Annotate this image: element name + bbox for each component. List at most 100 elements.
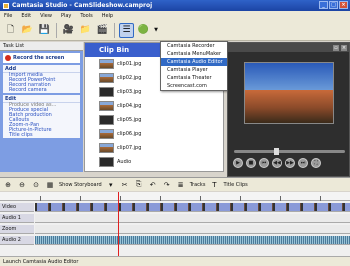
- tracks-icon: ≣: [177, 180, 184, 189]
- clip-thumbnail: [99, 157, 114, 167]
- clip-thumbnail: [99, 87, 114, 97]
- seek-handle[interactable]: [274, 148, 279, 155]
- title-clips-button[interactable]: Title Clips: [223, 182, 247, 188]
- audio1-track[interactable]: [35, 214, 350, 223]
- window-controls: _ □ ×: [319, 1, 348, 9]
- task-item-title-clips[interactable]: Title clips: [3, 133, 80, 138]
- dropdown-item-screencast[interactable]: Screencast.com: [161, 82, 227, 90]
- menu-view[interactable]: View: [40, 13, 52, 19]
- menu-edit[interactable]: Edit: [21, 13, 31, 19]
- fullscreen-icon[interactable]: ⛶: [311, 158, 321, 168]
- menu-play[interactable]: Play: [61, 13, 71, 19]
- clip-label: clip05.jpg: [117, 117, 142, 123]
- show-storyboard-button[interactable]: Show Storyboard: [59, 182, 102, 188]
- maximize-button[interactable]: □: [329, 1, 338, 9]
- import-media-icon[interactable]: 📁: [78, 23, 93, 38]
- timeline-ruler[interactable]: [0, 192, 350, 201]
- dropdown-item-menumaker[interactable]: Camtasia MenuMaker: [161, 50, 227, 58]
- preview-header: ▫ ×: [228, 43, 349, 52]
- zoom-track[interactable]: [35, 225, 350, 234]
- tracks-button[interactable]: Tracks: [190, 182, 206, 188]
- clip-item[interactable]: clip07.jpg: [85, 141, 223, 155]
- redo-icon[interactable]: ↷: [162, 180, 172, 190]
- track-label-audio1: Audio 1: [0, 214, 34, 223]
- tools-menu-icon[interactable]: 🟢: [136, 23, 151, 38]
- clip-label: clip01.jpg: [117, 61, 142, 67]
- playback-controls: ▶ ■ ⏮ ◀◀ ▶▶ ⏭ ⛶: [233, 158, 321, 168]
- produce-video-icon[interactable]: 🎬: [95, 23, 110, 38]
- zoom-out-icon[interactable]: ⊖: [17, 180, 27, 190]
- clip-thumbnail: [99, 129, 114, 139]
- record-screen-label: Record the screen: [13, 55, 65, 61]
- clip-item[interactable]: clip04.jpg: [85, 99, 223, 113]
- storyboard-icon: ▦: [46, 180, 54, 189]
- task-list-header: Task List: [0, 42, 83, 51]
- dropdown-item-player[interactable]: Camtasia Player: [161, 66, 227, 74]
- clip-thumbnail: [99, 115, 114, 125]
- menu-help[interactable]: Help: [102, 13, 113, 19]
- app-icon: [3, 2, 9, 9]
- play-icon[interactable]: ▶: [233, 158, 243, 168]
- menu-file[interactable]: File: [4, 13, 12, 19]
- task-list-toggle-icon[interactable]: ☰: [119, 22, 134, 38]
- zoom-fit-icon[interactable]: ⊙: [31, 180, 41, 190]
- clip-thumbnail: [99, 59, 114, 69]
- open-folder-icon[interactable]: 📂: [20, 23, 35, 38]
- record-screen-icon[interactable]: 🎥: [61, 23, 76, 38]
- undo-icon[interactable]: ↶: [148, 180, 158, 190]
- stop-icon[interactable]: ■: [246, 158, 256, 168]
- minimize-button[interactable]: _: [319, 1, 328, 9]
- video-track[interactable]: [35, 203, 350, 212]
- title-bar: Camtasia Studio - CamSlideshow.camproj _…: [0, 0, 350, 11]
- preview-detach-icon[interactable]: ▫: [333, 44, 339, 51]
- record-screen-task[interactable]: Record the screen: [3, 53, 80, 63]
- clip-item[interactable]: clip05.jpg: [85, 113, 223, 127]
- close-button[interactable]: ×: [339, 1, 348, 9]
- playhead[interactable]: [118, 192, 119, 256]
- seek-bar[interactable]: [234, 148, 345, 155]
- clip-label: clip07.jpg: [117, 145, 142, 151]
- timeline-tracks: Video Audio 1 Zoom Audio 2: [0, 201, 350, 256]
- task-group-add: Add Import media Record PowerPoint Recor…: [3, 65, 80, 93]
- cut-icon[interactable]: ✂: [120, 180, 130, 190]
- dropdown-item-audio-editor[interactable]: Camtasia Audio Editor: [161, 58, 227, 66]
- preview-screen: [243, 62, 334, 124]
- clip-item[interactable]: Audio: [85, 155, 223, 169]
- clip-label: clip02.jpg: [117, 75, 142, 81]
- main-toolbar: 🗋 📂 💾 🎥 📁 🎬 ☰ 🟢 ▼: [0, 20, 350, 41]
- toolbar-separator: [114, 22, 115, 38]
- clip-item[interactable]: clip06.jpg: [85, 127, 223, 141]
- dropdown-item-theater[interactable]: Camtasia Theater: [161, 74, 227, 82]
- timeline-toolbar: ⊕ ⊖ ⊙ ▦ Show Storyboard ▾ ✂ ⎘ ↶ ↷ ≣ Trac…: [0, 177, 350, 191]
- split-icon[interactable]: ⎘: [134, 180, 144, 190]
- tools-dropdown-menu: Camtasia Recorder Camtasia MenuMaker Cam…: [160, 41, 228, 91]
- new-project-icon[interactable]: 🗋: [3, 23, 18, 38]
- track-label-video: Video: [0, 203, 34, 212]
- clip-thumbnail: [99, 73, 114, 83]
- clip-label: Audio: [117, 159, 132, 165]
- track-label-audio2: Audio 2: [0, 236, 34, 245]
- task-list-panel: Task List Record the screen Add Import m…: [0, 42, 83, 172]
- save-icon[interactable]: 💾: [37, 23, 52, 38]
- fast-forward-icon[interactable]: ▶▶: [285, 158, 295, 168]
- toolbar-separator: [56, 22, 57, 38]
- preview-panel: ▫ × ▶ ■ ⏮ ◀◀ ▶▶ ⏭ ⛶: [227, 42, 350, 177]
- chevron-down-icon[interactable]: ▼: [153, 23, 159, 38]
- clip-thumbnail: [99, 101, 114, 111]
- track-label-zoom: Zoom: [0, 225, 34, 234]
- clip-label: clip04.jpg: [117, 103, 142, 109]
- menu-tools[interactable]: Tools: [80, 13, 92, 19]
- skip-forward-icon[interactable]: ⏭: [298, 158, 308, 168]
- zoom-in-icon[interactable]: ⊕: [3, 180, 13, 190]
- chevron-down-icon[interactable]: ▾: [106, 180, 116, 190]
- skip-back-icon[interactable]: ⏮: [259, 158, 269, 168]
- title-clip-icon: T: [212, 180, 217, 189]
- audio2-track[interactable]: [35, 236, 350, 245]
- record-icon: [5, 55, 11, 61]
- preview-close-icon[interactable]: ×: [341, 44, 347, 51]
- status-bar: Launch Camtasia Audio Editor: [0, 256, 350, 266]
- task-item-record-camera[interactable]: Record camera: [3, 88, 80, 93]
- menu-bar: File Edit View Play Tools Help: [0, 11, 350, 20]
- rewind-icon[interactable]: ◀◀: [272, 158, 282, 168]
- dropdown-item-recorder[interactable]: Camtasia Recorder: [161, 42, 227, 50]
